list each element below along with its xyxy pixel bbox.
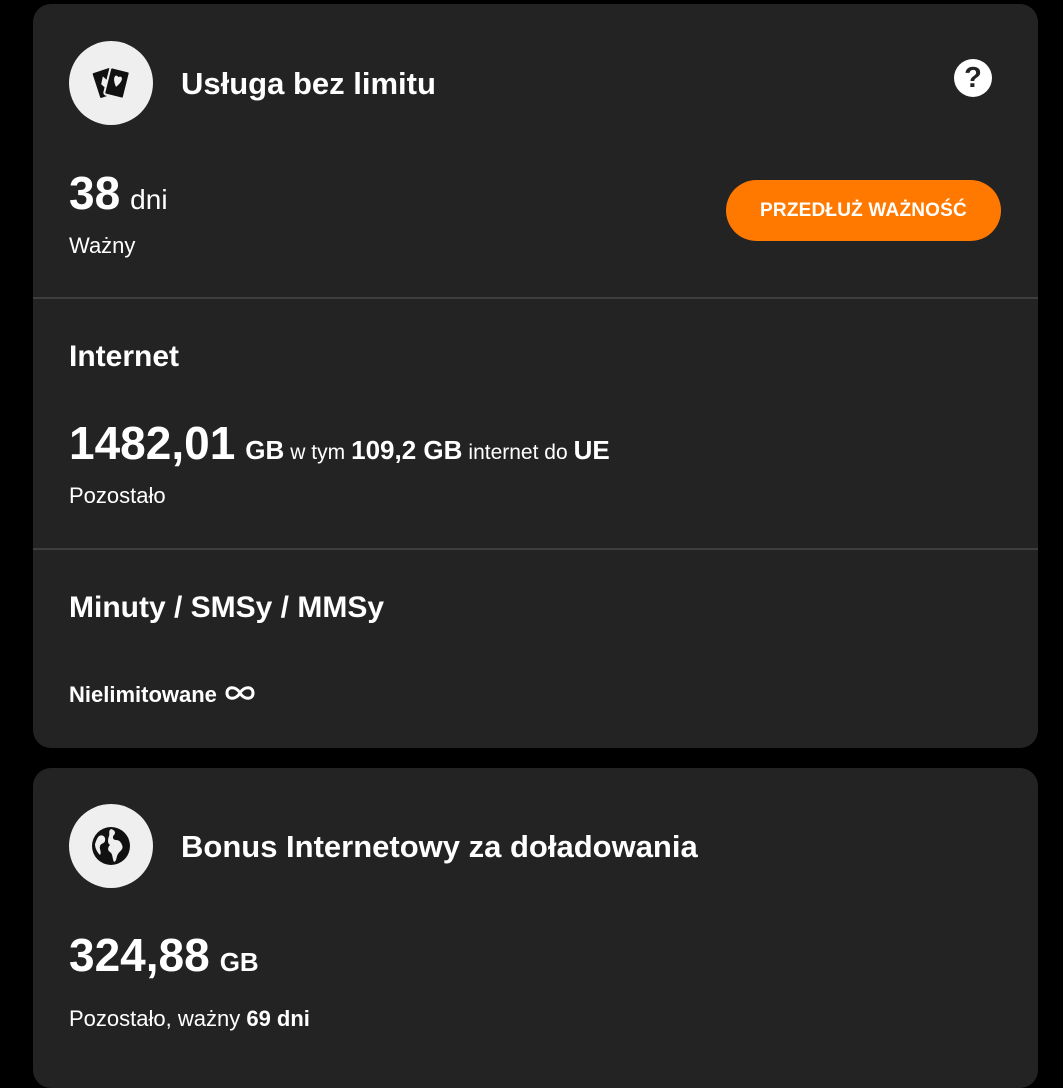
validity-days-number: 38 [69, 167, 121, 219]
validity-value: 38 dni [69, 168, 168, 218]
globe-icon [69, 804, 153, 888]
internet-gb-number: 1482,01 [69, 417, 236, 469]
playing-cards-icon [69, 41, 153, 125]
unlimited-service-title: Usługa bez limitu [181, 66, 436, 101]
calls-value: Nielimitowane [69, 682, 257, 708]
bonus-label-days: 69 dni [246, 1006, 310, 1031]
bonus-gb-number: 324,88 [69, 929, 210, 981]
internet-bonus-card: Bonus Internetowy za doładowania 324,88 … [33, 768, 1038, 1088]
internet-connector: w tym [290, 441, 346, 464]
internet-gb-unit: GB [245, 435, 285, 465]
bonus-remaining-label: Pozostało, ważny 69 dni [69, 1006, 310, 1032]
validity-days-unit: dni [130, 184, 168, 215]
bonus-label-prefix: Pozostało, ważny [69, 1006, 241, 1031]
bonus-gb-unit: GB [219, 947, 259, 977]
internet-eu-text: internet do [468, 441, 568, 464]
extend-validity-button[interactable]: PRZEDŁUŻ WAŻNOŚĆ [726, 180, 1001, 241]
bonus-value: 324,88 GB [69, 930, 259, 980]
calls-section-title: Minuty / SMSy / MMSy [69, 591, 385, 624]
help-label: ? [964, 62, 982, 94]
internet-eu-region: UE [573, 435, 610, 465]
internet-remaining-value: 1482,01 GB w tym 109,2 GB internet do UE [69, 418, 610, 468]
divider [33, 548, 1038, 550]
divider [33, 297, 1038, 299]
internet-eu-amount: 109,2 GB [351, 435, 463, 465]
unlimited-service-card: Usługa bez limitu ? 38 dni Ważny PRZEDŁU… [33, 4, 1038, 748]
calls-unlimited-text: Nielimitowane [69, 682, 217, 707]
infinity-icon [223, 683, 257, 708]
internet-section-title: Internet [69, 340, 180, 373]
help-question-icon[interactable]: ? [954, 59, 992, 97]
bonus-title: Bonus Internetowy za doładowania [181, 829, 698, 864]
validity-label: Ważny [69, 233, 136, 258]
internet-remaining-label: Pozostało [69, 483, 166, 508]
